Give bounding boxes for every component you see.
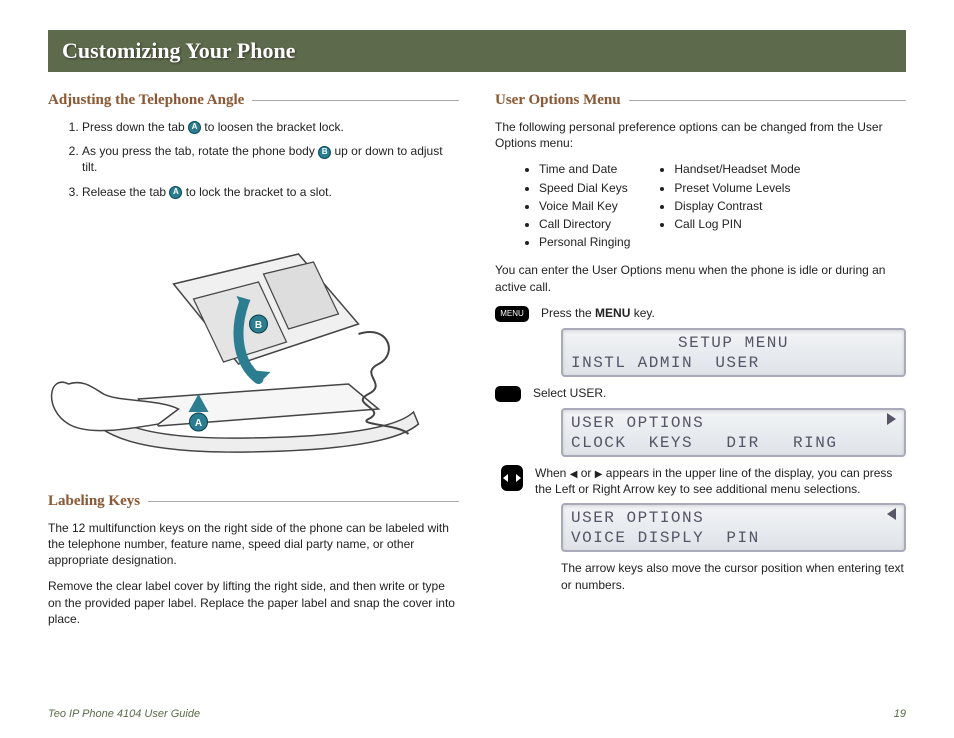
select-user-step: Select USER. xyxy=(495,385,906,402)
list-item: Voice Mail Key xyxy=(539,198,630,214)
select-user-text: Select USER. xyxy=(533,385,906,401)
lcd-line: USER OPTIONS xyxy=(571,508,896,528)
list-item: Display Contrast xyxy=(674,198,800,214)
step-3-text-b: to lock the bracket to a slot. xyxy=(182,185,331,199)
cursor-note: The arrow keys also move the cursor posi… xyxy=(561,560,906,592)
phone-tilt-illustration: B A xyxy=(48,214,459,474)
user-options-list: Time and Date Speed Dial Keys Voice Mail… xyxy=(495,161,906,252)
left-arrow-icon xyxy=(887,508,896,520)
rotate-b-badge: B xyxy=(318,146,331,159)
labeling-p2: Remove the clear label cover by lifting … xyxy=(48,578,459,627)
step-1-text-b: to loosen the bracket lock. xyxy=(201,120,344,134)
left-column: Adjusting the Telephone Angle Press down… xyxy=(48,92,459,637)
list-item: Speed Dial Keys xyxy=(539,180,630,196)
step-1: Press down the tab A to loosen the brack… xyxy=(82,119,459,135)
list-item: Time and Date xyxy=(539,161,630,177)
options-col-2: Handset/Headset Mode Preset Volume Level… xyxy=(660,161,800,252)
softkey-icon xyxy=(495,386,521,402)
menu-key-icon: MENU xyxy=(495,306,529,322)
tab-a-badge-2: A xyxy=(169,186,182,199)
step-3-text-a: Release the tab xyxy=(82,185,169,199)
press-menu-step: MENU Press the MENU key. xyxy=(495,305,906,322)
lcd-line: INSTL ADMIN USER xyxy=(571,353,896,373)
page-footer: Teo IP Phone 4104 User Guide 19 xyxy=(48,708,906,720)
step-3: Release the tab A to lock the bracket to… xyxy=(82,184,459,200)
lcd-user-options-1: USER OPTIONS CLOCK KEYS DIR RING xyxy=(561,408,906,457)
step-2: As you press the tab, rotate the phone b… xyxy=(82,143,459,175)
heading-user-options: User Options Menu xyxy=(495,92,906,109)
lcd-line: CLOCK KEYS DIR RING xyxy=(571,433,896,453)
options-col-1: Time and Date Speed Dial Keys Voice Mail… xyxy=(525,161,630,252)
list-item: Handset/Headset Mode xyxy=(674,161,800,177)
svg-text:B: B xyxy=(255,320,262,331)
lcd-user-options-2: USER OPTIONS VOICE DISPLY PIN xyxy=(561,503,906,552)
list-item: Call Log PIN xyxy=(674,216,800,232)
heading-labeling-keys: Labeling Keys xyxy=(48,493,459,510)
page-title: Customizing Your Phone xyxy=(48,30,906,72)
footer-page-number: 19 xyxy=(894,708,906,720)
press-menu-text: Press the MENU key. xyxy=(541,305,906,321)
lcd-line: SETUP MENU xyxy=(571,333,896,353)
list-item: Personal Ringing xyxy=(539,234,630,250)
lcd-setup-menu: SETUP MENU INSTL ADMIN USER xyxy=(561,328,906,377)
right-column: User Options Menu The following personal… xyxy=(495,92,906,637)
adjusting-steps: Press down the tab A to loosen the brack… xyxy=(48,119,459,200)
step-1-text-a: Press down the tab xyxy=(82,120,188,134)
lcd-line: USER OPTIONS xyxy=(571,413,896,433)
user-options-intro: The following personal preference option… xyxy=(495,119,906,151)
heading-adjusting-angle: Adjusting the Telephone Angle xyxy=(48,92,459,109)
footer-guide-name: Teo IP Phone 4104 User Guide xyxy=(48,708,200,720)
right-arrow-icon xyxy=(887,413,896,425)
step-2-text-a: As you press the tab, rotate the phone b… xyxy=(82,144,318,158)
arrow-nav-text: When ◀ or ▶ appears in the upper line of… xyxy=(535,465,906,498)
list-item: Call Directory xyxy=(539,216,630,232)
labeling-p1: The 12 multifunction keys on the right s… xyxy=(48,520,459,569)
left-right-arrow-key-icon xyxy=(501,465,523,491)
svg-text:A: A xyxy=(195,418,202,429)
tab-a-badge: A xyxy=(188,121,201,134)
lcd-line: VOICE DISPLY PIN xyxy=(571,528,896,548)
enter-menu-note: You can enter the User Options menu when… xyxy=(495,262,906,294)
list-item: Preset Volume Levels xyxy=(674,180,800,196)
arrow-nav-step: When ◀ or ▶ appears in the upper line of… xyxy=(495,465,906,498)
